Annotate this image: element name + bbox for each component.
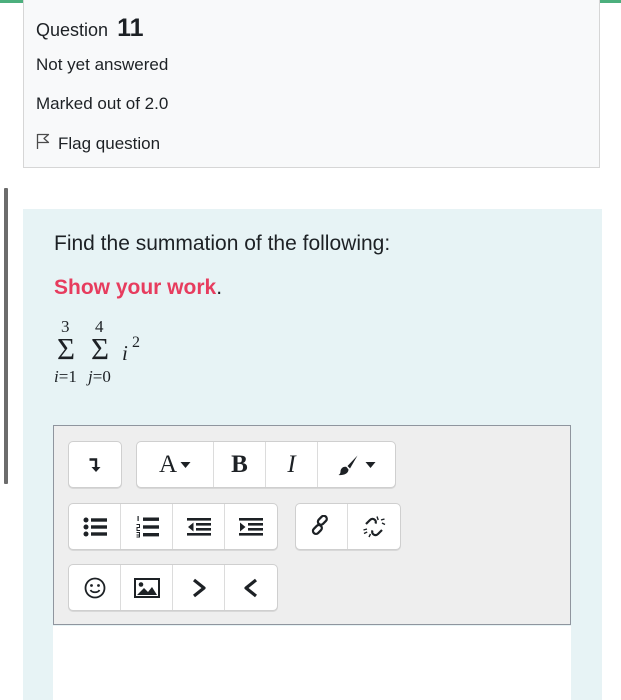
toolbar-group-lists xyxy=(68,503,278,550)
paint-brush-icon xyxy=(337,454,376,476)
bold-icon: B xyxy=(231,450,248,478)
font-color-button[interactable]: A xyxy=(137,442,214,487)
flag-question-label: Flag question xyxy=(58,134,161,153)
ordered-list-icon xyxy=(135,515,159,538)
chevron-right-icon xyxy=(191,578,207,598)
question-number: 11 xyxy=(117,14,144,42)
unlink-icon xyxy=(361,514,387,540)
toolbar-toggle-icon xyxy=(88,457,102,473)
outer-lower-limit: i =1 xyxy=(54,367,77,387)
show-work-suffix: . xyxy=(216,276,223,299)
summand-base: i xyxy=(122,341,128,365)
font-color-icon: A xyxy=(159,451,191,479)
indent-icon xyxy=(239,517,263,536)
paint-brush-button[interactable] xyxy=(318,442,395,487)
chevron-left-icon xyxy=(243,578,259,598)
toolbar-toggle-button[interactable] xyxy=(69,442,121,487)
outdent-icon xyxy=(186,517,211,536)
show-work-instruction: Show your work. xyxy=(54,276,222,300)
indent-button[interactable] xyxy=(225,504,277,549)
inner-index-start: =0 xyxy=(92,367,111,386)
outer-index-start: =1 xyxy=(58,367,77,386)
italic-button[interactable]: I xyxy=(266,442,318,487)
question-label: Question xyxy=(36,20,109,40)
italic-icon: I xyxy=(287,450,296,478)
answer-input-area[interactable] xyxy=(53,626,571,700)
outdent-button[interactable] xyxy=(173,504,225,549)
flag-icon xyxy=(36,133,50,155)
scroll-indicator[interactable] xyxy=(4,188,8,484)
link-icon xyxy=(310,514,334,539)
flag-question-link[interactable]: Flag question xyxy=(36,133,160,155)
ordered-list-button[interactable] xyxy=(121,504,173,549)
toolbar-group-links xyxy=(295,503,401,550)
image-icon xyxy=(133,577,160,598)
inner-sigma: Σ xyxy=(91,331,110,366)
unordered-list-button[interactable] xyxy=(69,504,121,549)
chevron-right-button[interactable] xyxy=(173,565,225,610)
toolbar-group-toggle xyxy=(68,441,122,488)
link-button[interactable] xyxy=(296,504,348,549)
bold-button[interactable]: B xyxy=(214,442,266,487)
summand-exponent: 2 xyxy=(132,334,140,351)
chevron-left-button[interactable] xyxy=(225,565,277,610)
question-prompt: Find the summation of the following: xyxy=(54,232,391,255)
inner-lower-limit: j =0 xyxy=(88,367,111,387)
question-marks: Marked out of 2.0 xyxy=(36,94,169,113)
rich-text-editor: A B I xyxy=(53,425,571,625)
image-button[interactable] xyxy=(121,565,173,610)
emoji-button[interactable] xyxy=(69,565,121,610)
font-color-label: A xyxy=(158,450,178,478)
question-status: Not yet answered xyxy=(36,55,169,74)
toolbar-group-insert xyxy=(68,564,278,611)
show-work-emphasis: Show your work xyxy=(54,276,217,299)
question-heading: Question 11 xyxy=(36,14,144,43)
question-info-panel: Question 11 Not yet answered Marked out … xyxy=(23,0,600,168)
unlink-button[interactable] xyxy=(348,504,400,549)
summation-formula: 3 4 Σ Σ i 2 i =1 j =0 xyxy=(54,317,164,397)
outer-sigma: Σ xyxy=(57,331,76,366)
toolbar-group-format: A B I xyxy=(136,441,396,488)
emoji-icon xyxy=(84,577,106,599)
unordered-list-icon xyxy=(83,517,107,537)
question-content: Find the summation of the following: Sho… xyxy=(23,209,602,700)
